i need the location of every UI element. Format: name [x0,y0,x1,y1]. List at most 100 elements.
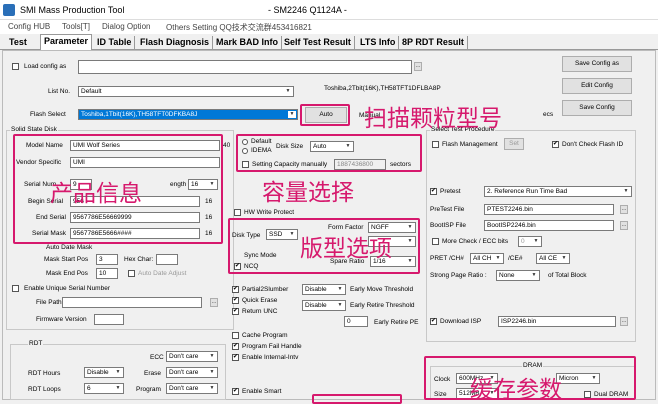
list-no-label: List No. [48,88,71,95]
erase-label: Erase [144,370,161,377]
flash-select-label: Flash Select [30,111,66,118]
quick-erase-checkbox[interactable]: ✔ [232,297,239,304]
annotation-board-type-select: 版型选项 [300,236,392,262]
flash-select-value: Toshiba,1Tbit(16K),TH58TFT0DFKBA8J [81,111,198,118]
browse-file-button[interactable]: … [210,298,218,307]
strong-page-select[interactable]: None ▼ [496,270,540,281]
pretest-file-label: PreTest File [430,206,465,213]
unique-serial-checkbox[interactable] [12,285,19,292]
list-no-value: Default [81,88,102,95]
pret-ch-select[interactable]: All CH ▼ [470,253,504,264]
tab-id-table[interactable]: ID Table [94,36,136,50]
browse-pretest-button[interactable]: … [620,205,628,214]
auto-date-adjust-checkbox[interactable] [128,270,135,277]
hex-char-field[interactable] [156,254,178,265]
browse-isp-button[interactable]: … [620,317,628,326]
mask-start-pos-label: Mask Start Pos [44,256,89,263]
program-select[interactable]: Don't care ▼ [166,383,218,394]
chevron-down-icon: ▼ [115,369,121,375]
pretest-checkbox[interactable]: ✔ [430,188,437,195]
save-config-button[interactable]: Save Config [562,100,632,116]
pretest-value: 2. Reference Run Time Bad [487,188,568,195]
tab-parameter[interactable]: Parameter [40,34,93,50]
early-move-label: Early Move Threshold [350,286,414,293]
pret-ch-label: PRET /CH# [430,255,464,262]
mask-start-pos-field[interactable]: 3 [96,254,118,265]
browse-config-button[interactable]: … [414,62,422,71]
hw-write-protect-checkbox[interactable] [234,209,241,216]
ce-select[interactable]: All CE ▼ [536,253,570,264]
chevron-down-icon: ▼ [209,369,215,375]
load-config-path[interactable] [78,60,412,74]
chevron-down-icon: ▼ [337,286,343,292]
download-isp-checkbox[interactable]: ✔ [430,318,437,325]
bootisp-file-field[interactable]: BootISP2246.bin [484,220,614,231]
enable-smart-checkbox[interactable]: ✔ [232,388,239,395]
mask-end-pos-label: Mask End Pos [46,270,88,277]
return-unc-checkbox[interactable]: ✔ [232,308,239,315]
erase-value: Don't care [169,369,199,376]
rdt-label: RDT [28,340,44,347]
tab-flash-diagnosis[interactable]: Flash Diagnosis [137,36,214,50]
set-button[interactable]: Set [504,138,524,150]
flash-management-checkbox[interactable] [432,141,439,148]
more-check-select[interactable]: 0 ▼ [518,236,542,247]
file-path-label: File Path [36,299,62,306]
firmware-version-field[interactable] [94,314,124,325]
return-unc-label: Return UNC [242,308,278,315]
tab-self-test-result[interactable]: Self Test Result [281,36,355,50]
menu-item-dialog-option[interactable]: Dialog Option [102,22,150,31]
chevron-down-icon: ▼ [561,255,567,261]
mask-end-pos-field[interactable]: 10 [96,268,118,279]
enable-internal-intv-label: Enable Internal-Intv [242,354,299,361]
early-retire-select[interactable]: Disable ▼ [302,300,346,311]
annotation-scan-particle-model: 扫描颗粒型号 [364,106,502,132]
chevron-down-icon: ▼ [623,188,629,194]
enable-internal-intv-checkbox[interactable]: ✔ [232,354,239,361]
ce-value: All CE [539,255,558,262]
tab-test[interactable]: Test [6,36,30,50]
browse-bootisp-button[interactable]: … [620,221,628,230]
rdt-loops-label: RDT Loops [28,386,61,393]
save-config-as-button[interactable]: Save Config as [562,56,632,72]
list-no-select[interactable]: Default ▼ [78,86,294,97]
dont-check-flash-id-checkbox[interactable]: ✔ [552,141,559,148]
download-isp-field[interactable]: ISP2246.bin [498,316,616,327]
pretest-file-field[interactable]: PTEST2246.bin [484,204,614,215]
menu-item-others-setting[interactable]: Others Setting QQ技术交流群453416821 [166,22,312,33]
erase-select[interactable]: Don't care ▼ [166,367,218,378]
hex-char-label: Hex Char: [124,256,154,263]
tab-lts-info[interactable]: LTS Info [357,36,400,50]
tab-mark-bad-info[interactable]: Mark BAD Info [213,36,283,50]
more-check-checkbox[interactable] [432,238,439,245]
annotation-capacity-select: 容量选择 [262,180,354,206]
program-fail-handle-label: Program Fail Handle [242,343,302,350]
menu-item-tools[interactable]: Tools[T] [62,22,90,31]
app-icon [3,4,15,16]
rdt-loops-select[interactable]: 6 ▼ [84,383,124,394]
partial-slumber-checkbox[interactable]: ✔ [232,286,239,293]
annotation-cache-params: 缓存参数 [470,377,562,403]
early-move-value: Disable [305,286,327,293]
ecc-select[interactable]: Don't care ▼ [166,351,218,362]
hw-write-protect-label: HW Write Protect [244,209,295,216]
early-retire-pe-field[interactable]: 0 [344,316,368,327]
rdt-hours-value: Disable [87,369,109,376]
download-isp-label: Download ISP [440,318,482,325]
rdt-hours-select[interactable]: Disable ▼ [84,367,124,378]
of-total-block-label: of Total Block [548,272,587,279]
cache-program-checkbox[interactable] [232,332,239,339]
edit-config-button[interactable]: Edit Config [562,78,632,94]
file-path-field[interactable] [62,297,202,308]
ecc-label: ECC [150,354,164,361]
menu-item-config-hub[interactable]: Config HUB [8,22,50,31]
strong-page-value: None [499,272,515,279]
pretest-select[interactable]: 2. Reference Run Time Bad ▼ [484,186,632,197]
tab-8p-rdt-result[interactable]: 8P RDT Result [399,36,468,50]
load-config-checkbox[interactable] [12,63,19,70]
program-fail-handle-checkbox[interactable]: ✔ [232,343,239,350]
early-move-select[interactable]: Disable ▼ [302,284,346,295]
tab-bar: Test Parameter ID Table Flash Diagnosis … [0,34,658,50]
chevron-down-icon: ▼ [533,238,539,244]
flash-select[interactable]: Toshiba,1Tbit(16K),TH58TFT0DFKBA8J ▼ [78,109,298,120]
